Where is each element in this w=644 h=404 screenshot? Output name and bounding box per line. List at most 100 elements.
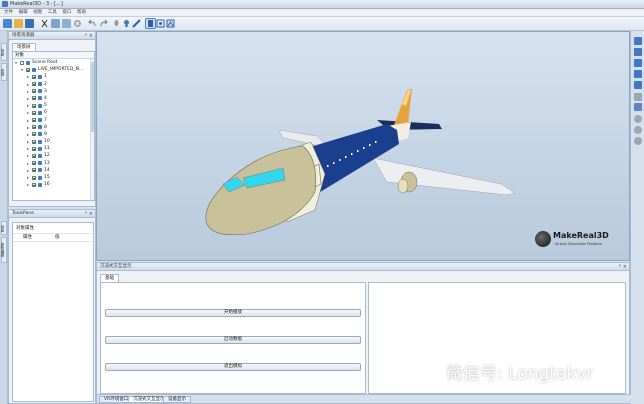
tree-row[interactable]: ▸ 11 xyxy=(13,145,94,152)
expand-arrow-icon[interactable]: ▸ xyxy=(27,73,29,80)
side-tab-animation[interactable]: 动画 xyxy=(1,221,7,235)
cube-top-icon[interactable] xyxy=(634,48,642,56)
tree-row[interactable]: ▸ 8 xyxy=(13,124,94,131)
tree-row[interactable]: ▸ 7 xyxy=(13,117,94,124)
globe-icon[interactable] xyxy=(634,115,642,123)
start-data-button[interactable]: 启动数据 xyxy=(105,336,361,344)
visibility-checkbox[interactable] xyxy=(32,96,36,101)
expand-arrow-icon[interactable]: ▸ xyxy=(27,152,29,159)
tab-device-display[interactable]: 设备显示 xyxy=(163,396,191,403)
visibility-checkbox[interactable] xyxy=(20,60,24,65)
visibility-checkbox[interactable] xyxy=(26,67,30,72)
cube-iso-icon[interactable] xyxy=(634,70,642,78)
tree-row[interactable]: ▸ 15 xyxy=(13,174,94,181)
visibility-checkbox[interactable] xyxy=(32,132,36,137)
airplane-model[interactable] xyxy=(97,32,630,261)
tree-scrollbar[interactable] xyxy=(90,59,94,200)
grid-icon[interactable] xyxy=(634,93,642,101)
bottom-panel-controls[interactable]: ᵖ × xyxy=(619,263,627,271)
open-icon[interactable] xyxy=(14,19,23,28)
redo-icon[interactable] xyxy=(99,19,108,28)
exit-simulation-button[interactable]: 退出模拟 xyxy=(105,363,361,371)
cube-front-icon[interactable] xyxy=(634,37,642,45)
expand-arrow-icon[interactable]: ▸ xyxy=(27,131,29,138)
cube-back-icon[interactable] xyxy=(634,81,642,89)
tab-scene-tree[interactable]: 场景树 xyxy=(12,43,36,51)
expand-arrow-icon[interactable]: ▸ xyxy=(27,138,29,145)
paste-icon[interactable] xyxy=(62,19,71,28)
expand-arrow-icon[interactable]: ▸ xyxy=(27,109,29,116)
expand-arrow-icon[interactable]: ▾ xyxy=(15,59,17,66)
tree-row[interactable]: ▸ 1 xyxy=(13,73,94,80)
compass-icon[interactable] xyxy=(634,126,642,134)
copy-icon[interactable] xyxy=(51,19,60,28)
new-icon[interactable] xyxy=(3,19,12,28)
tree-row[interactable]: ▸ 12 xyxy=(13,152,94,159)
visibility-checkbox[interactable] xyxy=(32,182,36,187)
scene-panel-controls[interactable]: ᵖ × xyxy=(85,32,93,40)
view-b-icon[interactable] xyxy=(156,19,165,28)
visibility-checkbox[interactable] xyxy=(32,118,36,122)
menu-item-tools[interactable]: 工具 xyxy=(48,9,57,17)
menu-item-edit[interactable]: 编辑 xyxy=(19,9,28,17)
tree-row[interactable]: ▸ 5 xyxy=(13,102,94,109)
bulb-icon[interactable] xyxy=(122,19,131,28)
visibility-checkbox[interactable] xyxy=(32,139,36,144)
expand-arrow-icon[interactable]: ▸ xyxy=(27,95,29,102)
visibility-checkbox[interactable] xyxy=(32,168,36,173)
expand-arrow-icon[interactable]: ▸ xyxy=(27,181,29,188)
expand-arrow-icon[interactable]: ▸ xyxy=(27,117,29,124)
visibility-checkbox[interactable] xyxy=(32,89,36,94)
menu-item-window[interactable]: 窗口 xyxy=(62,9,71,17)
visibility-checkbox[interactable] xyxy=(32,110,36,115)
tree-row[interactable]: ▸ 2 xyxy=(13,81,94,88)
3d-viewport[interactable]: MakeReal3D Virtual Simulation Platform xyxy=(96,31,630,261)
expand-arrow-icon[interactable]: ▸ xyxy=(27,102,29,109)
tree-row[interactable]: ▾ LIVE_IMPORTED_N... xyxy=(13,66,94,73)
visibility-checkbox[interactable] xyxy=(32,103,36,108)
delete-icon[interactable] xyxy=(73,19,82,28)
cube-side-icon[interactable] xyxy=(634,59,642,67)
pencil-icon[interactable] xyxy=(132,19,141,28)
menu-item-help[interactable]: 帮助 xyxy=(77,9,86,17)
nav-down-icon[interactable] xyxy=(634,103,642,111)
menu-item-file[interactable]: 文件 xyxy=(4,9,13,17)
tree-row[interactable]: ▸ 16 xyxy=(13,181,94,188)
expand-arrow-icon[interactable]: ▾ xyxy=(21,66,23,73)
expand-arrow-icon[interactable]: ▸ xyxy=(27,88,29,95)
visibility-checkbox[interactable] xyxy=(32,146,36,151)
tree-row[interactable]: ▸ 6 xyxy=(13,109,94,116)
tools-panel-controls[interactable]: ᵖ × xyxy=(85,210,93,218)
expand-arrow-icon[interactable]: ▸ xyxy=(27,81,29,88)
visibility-checkbox[interactable] xyxy=(32,125,36,130)
expand-arrow-icon[interactable]: ▸ xyxy=(27,167,29,174)
tab-basic[interactable]: 基础 xyxy=(100,274,119,282)
visibility-checkbox[interactable] xyxy=(32,153,36,158)
pin-icon[interactable] xyxy=(112,19,121,28)
tree-row[interactable]: ▸ 3 xyxy=(13,88,94,95)
tree-row[interactable]: ▾ Scene Root xyxy=(13,59,94,66)
tree-row[interactable]: ▸ 13 xyxy=(13,160,94,167)
visibility-checkbox[interactable] xyxy=(32,74,36,79)
side-tab-property-edit[interactable]: 属性编辑 xyxy=(1,237,7,263)
expand-arrow-icon[interactable]: ▸ xyxy=(27,145,29,152)
tree-row[interactable]: ▸ 10 xyxy=(13,138,94,145)
menu-item-view[interactable]: 视图 xyxy=(33,9,42,17)
expand-arrow-icon[interactable]: ▸ xyxy=(27,124,29,131)
cut-icon[interactable] xyxy=(40,19,49,28)
visibility-checkbox[interactable] xyxy=(32,161,36,166)
tree-scroll-thumb[interactable] xyxy=(91,62,94,132)
visibility-checkbox[interactable] xyxy=(32,82,36,87)
zoom-icon[interactable] xyxy=(634,137,642,145)
expand-arrow-icon[interactable]: ▸ xyxy=(27,174,29,181)
tree-row[interactable]: ▸ 14 xyxy=(13,167,94,174)
view-a-icon[interactable] xyxy=(145,18,156,29)
expand-arrow-icon[interactable]: ▸ xyxy=(27,160,29,167)
visibility-checkbox[interactable] xyxy=(32,175,36,180)
undo-icon[interactable] xyxy=(88,19,97,28)
view-c-icon[interactable] xyxy=(166,19,175,28)
save-icon[interactable] xyxy=(25,19,34,28)
tree-row[interactable]: ▸ 4 xyxy=(13,95,94,102)
tree-row[interactable]: ▸ 9 xyxy=(13,131,94,138)
side-tab-scene[interactable]: 场景 xyxy=(1,43,7,61)
